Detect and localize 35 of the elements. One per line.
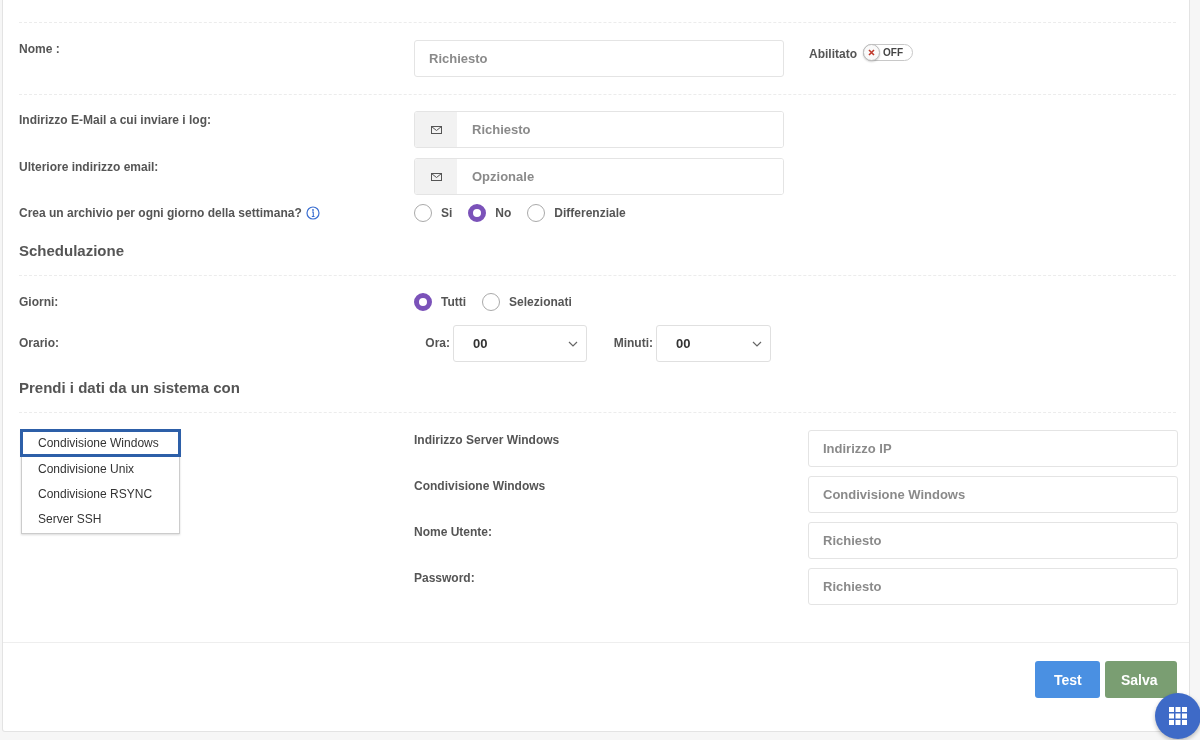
hour-select[interactable]: 00 [453, 325, 587, 362]
field-label: Crea un archivio per ogni giorno della settimana? [19, 206, 302, 220]
list-option[interactable]: Server SSH [21, 506, 180, 532]
text-input[interactable]: Condivisione Windows [808, 476, 1178, 513]
list-option[interactable]: Condivisione RSYNC [21, 481, 180, 507]
field-label: Condivisione Windows [414, 479, 546, 493]
text-input[interactable]: Richiesto [808, 522, 1178, 559]
field-label: Orario: [19, 335, 60, 350]
field-label: Nome : [19, 41, 61, 56]
radio-option[interactable]: Selezionati [482, 293, 574, 311]
field-label: Nome Utente: [414, 525, 492, 539]
field-label: Indirizzo E-Mail a cui inviare i log: [19, 112, 213, 127]
list-option[interactable]: Condivisione Windows [20, 429, 181, 457]
field-label: Minuti: [612, 335, 654, 350]
field-label: Ora: [424, 335, 451, 350]
radio-option[interactable]: Tutti [414, 293, 469, 311]
toggle-label: Abilitato [809, 46, 857, 61]
minutes-select[interactable]: 00 [656, 325, 771, 362]
field-label: Giorni: [19, 295, 60, 309]
radio-option[interactable]: Si [414, 204, 455, 222]
field-label: Password: [414, 571, 475, 585]
field-label: Indirizzo Server Windows [414, 433, 560, 447]
text-input[interactable]: Richiesto [808, 568, 1178, 605]
list-option[interactable]: Condivisione Unix [21, 456, 180, 482]
enabled-toggle[interactable]: OFF [863, 44, 913, 61]
field-label: Ulteriore indirizzo email: [19, 159, 160, 174]
name-input[interactable]: Richiesto [414, 40, 784, 77]
radio-option[interactable]: No [468, 204, 514, 222]
email-input[interactable]: Opzionale [414, 158, 784, 195]
text-input[interactable]: Indirizzo IP [808, 430, 1178, 467]
email-input[interactable]: Richiesto [414, 111, 784, 148]
section-heading: Schedulazione [19, 241, 125, 261]
system-list[interactable]: Condivisione Windows Condivisione Unix Condivisione RSYNC Server SSH [21, 430, 180, 534]
section-heading: Prendi i dati da un sistema con [19, 378, 240, 398]
radio-option[interactable]: Differenziale [527, 204, 628, 222]
